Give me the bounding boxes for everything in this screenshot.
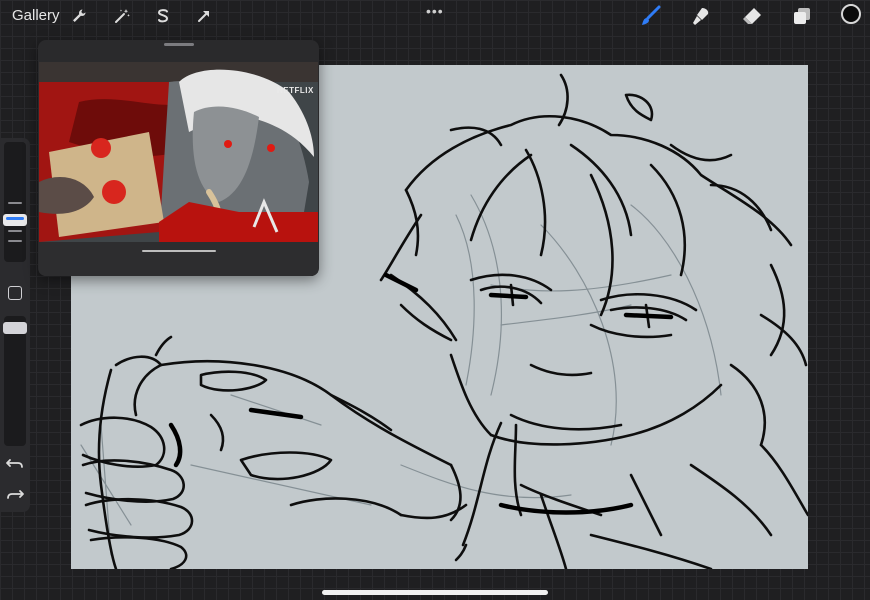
square-modify-icon[interactable]	[8, 286, 22, 300]
size-tick	[8, 240, 22, 242]
reference-scrub-bar[interactable]	[142, 250, 216, 252]
layers-icon[interactable]	[791, 5, 813, 27]
more-menu-button[interactable]: •••	[426, 3, 444, 19]
size-tick	[8, 230, 22, 232]
brush-icon[interactable]	[640, 5, 662, 27]
smudge-icon[interactable]	[690, 5, 712, 27]
redo-icon[interactable]	[5, 484, 25, 504]
reference-window[interactable]: NETFLIX	[38, 40, 319, 276]
color-swatch-button[interactable]	[841, 4, 861, 24]
brush-opacity-slider[interactable]	[4, 316, 26, 446]
transform-arrow-icon[interactable]	[193, 5, 215, 27]
size-tick	[8, 202, 22, 204]
brush-opacity-handle[interactable]	[3, 322, 27, 334]
reference-drag-handle[interactable]	[164, 43, 194, 46]
brush-sidebar	[0, 138, 30, 512]
gallery-button[interactable]: Gallery	[12, 7, 60, 24]
brush-size-handle[interactable]	[3, 214, 27, 226]
netflix-watermark: NETFLIX	[277, 86, 314, 95]
eraser-icon[interactable]	[741, 5, 763, 27]
reference-image: NETFLIX	[39, 62, 318, 276]
wrench-icon[interactable]	[68, 5, 90, 27]
undo-icon[interactable]	[5, 453, 25, 473]
magic-wand-icon[interactable]	[111, 5, 133, 27]
top-toolbar: Gallery •••	[0, 0, 870, 32]
home-indicator[interactable]	[322, 590, 548, 595]
selection-s-icon[interactable]	[152, 5, 174, 27]
